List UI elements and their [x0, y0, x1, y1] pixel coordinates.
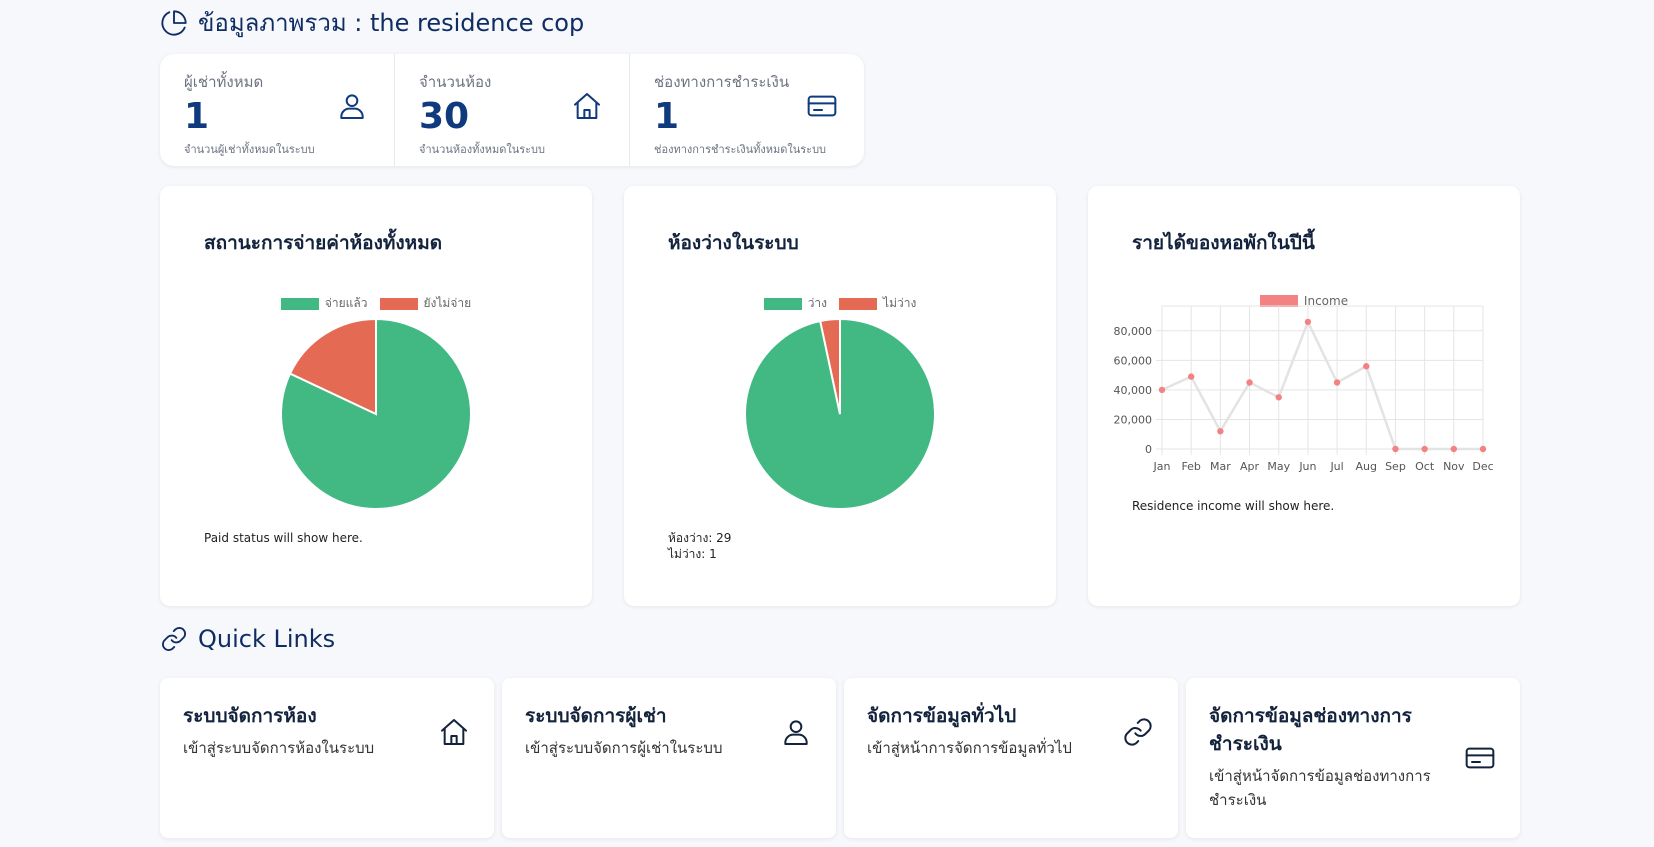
- page-title: ข้อมูลภาพรวม : the residence cop: [198, 9, 585, 37]
- user-icon: [340, 94, 364, 119]
- quick-link-rooms[interactable]: ระบบจัดการห้อง เข้าสู่ระบบจัดการห้องในระ…: [160, 678, 494, 838]
- stat-rooms: จำนวนห้อง 30 จำนวนห้องทั้งหมดในระบบ: [395, 54, 630, 166]
- credit-card-icon: [1465, 747, 1495, 769]
- paid-status-card: สถานะการจ่ายค่าห้องทั้งหมด จ่ายแล้ว ยังไ…: [160, 186, 592, 606]
- vacancy-card: ห้องว่างในระบบ ว่าง ไม่ว่าง ห้องว่าง: 29…: [624, 186, 1056, 606]
- quick-link-title: ระบบจัดการผู้เช่า: [525, 705, 667, 727]
- credit-card-icon: [807, 95, 837, 117]
- income-data-point[interactable]: [1363, 363, 1370, 370]
- quick-link-title: จัดการข้อมูลช่องทางการชำระเงิน: [1209, 705, 1412, 755]
- chart-note: Residence income will show here.: [1132, 499, 1335, 513]
- x-tick-label: Feb: [1181, 460, 1200, 473]
- quick-link-general-info[interactable]: จัดการข้อมูลทั่วไป เข้าสู่หน้าการจัดการข…: [844, 678, 1178, 838]
- income-data-point[interactable]: [1217, 428, 1224, 435]
- x-tick-label: Sep: [1385, 460, 1406, 473]
- income-data-point[interactable]: [1187, 373, 1195, 380]
- stat-description: ช่องทางการชำระเงินทั้งหมดในระบบ: [654, 143, 827, 156]
- y-tick-label: 60,000: [1114, 354, 1153, 367]
- home-icon: [574, 93, 600, 119]
- income-data-point[interactable]: [1246, 379, 1253, 386]
- income-data-point[interactable]: [1421, 445, 1428, 453]
- chart-note: Paid status will show here.: [204, 531, 363, 545]
- y-tick-label: 0: [1145, 443, 1152, 456]
- x-tick-label: Jul: [1329, 460, 1343, 473]
- stat-description: จำนวนห้องทั้งหมดในระบบ: [419, 143, 546, 156]
- stat-tenants: ผู้เช่าทั้งหมด 1 จำนวนผู้เช่าทั้งหมดในระ…: [160, 54, 395, 166]
- quick-link-payment-channels[interactable]: จัดการข้อมูลช่องทางการชำระเงิน เข้าสู่หน…: [1186, 678, 1520, 838]
- income-data-point[interactable]: [1158, 386, 1166, 394]
- x-tick-label: Mar: [1210, 460, 1231, 473]
- stat-payment-channels: ช่องทางการชำระเงิน 1 ช่องทางการชำระเงินท…: [630, 54, 864, 166]
- x-tick-label: Oct: [1415, 460, 1435, 473]
- income-card: รายได้ของหอพักในปีนี้ Income 0 20,000 40,0…: [1088, 186, 1520, 606]
- link-icon: [1124, 718, 1152, 746]
- x-tick-label: Nov: [1443, 460, 1465, 473]
- quick-link-description: เข้าสู่หน้าการจัดการข้อมูลทั่วไป: [867, 739, 1072, 757]
- vacant-count-note: ห้องว่าง: 29: [668, 531, 732, 545]
- pie-chart-icon: [161, 9, 187, 36]
- quick-link-description: เข้าสู่หน้าจัดการข้อมูลช่องทางการชำระเงิ…: [1209, 767, 1431, 809]
- quick-link-title: ระบบจัดการห้อง: [183, 705, 317, 727]
- y-tick-label: 20,000: [1114, 413, 1153, 426]
- income-series-line: [1161, 318, 1483, 451]
- x-tick-label: May: [1267, 460, 1290, 473]
- quick-links-header: Quick Links: [160, 625, 335, 653]
- x-tick-label: Apr: [1240, 460, 1260, 473]
- income-data-point[interactable]: [1333, 379, 1341, 386]
- y-tick-label: 80,000: [1114, 325, 1153, 338]
- quick-link-tenants[interactable]: ระบบจัดการผู้เช่า เข้าสู่ระบบจัดการผู้เช…: [502, 678, 836, 838]
- quick-links-title: Quick Links: [198, 625, 336, 653]
- home-icon: [441, 719, 467, 745]
- occupied-count-note: ไม่ว่าง: 1: [668, 547, 717, 561]
- income-data-point[interactable]: [1275, 394, 1282, 401]
- x-tick-label: Aug: [1356, 460, 1377, 473]
- quick-link-description: เข้าสู่ระบบจัดการห้องในระบบ: [183, 739, 375, 757]
- overview-header: ข้อมูลภาพรวม : the residence cop: [160, 3, 584, 42]
- user-icon: [784, 720, 808, 745]
- income-data-point[interactable]: [1392, 445, 1399, 453]
- stat-description: จำนวนผู้เช่าทั้งหมดในระบบ: [184, 143, 315, 156]
- x-tick-label: Jun: [1298, 460, 1316, 473]
- y-tick-label: 40,000: [1114, 384, 1153, 397]
- income-data-point[interactable]: [1479, 445, 1487, 453]
- quick-link-description: เข้าสู่ระบบจัดการผู้เช่าในระบบ: [525, 739, 723, 757]
- stats-card: ผู้เช่าทั้งหมด 1 จำนวนผู้เช่าทั้งหมดในระ…: [160, 54, 864, 166]
- income-data-point[interactable]: [1450, 445, 1458, 453]
- quick-link-title: จัดการข้อมูลทั่วไป: [867, 705, 1017, 727]
- x-tick-label: Dec: [1472, 460, 1493, 473]
- income-line-chart: 0 20,000 40,000 60,000 80,000 Jan Feb Mar Apr May…: [1114, 305, 1494, 473]
- income-data-point[interactable]: [1304, 318, 1312, 326]
- x-tick-label: Jan: [1153, 460, 1171, 473]
- link-icon: [161, 626, 187, 652]
